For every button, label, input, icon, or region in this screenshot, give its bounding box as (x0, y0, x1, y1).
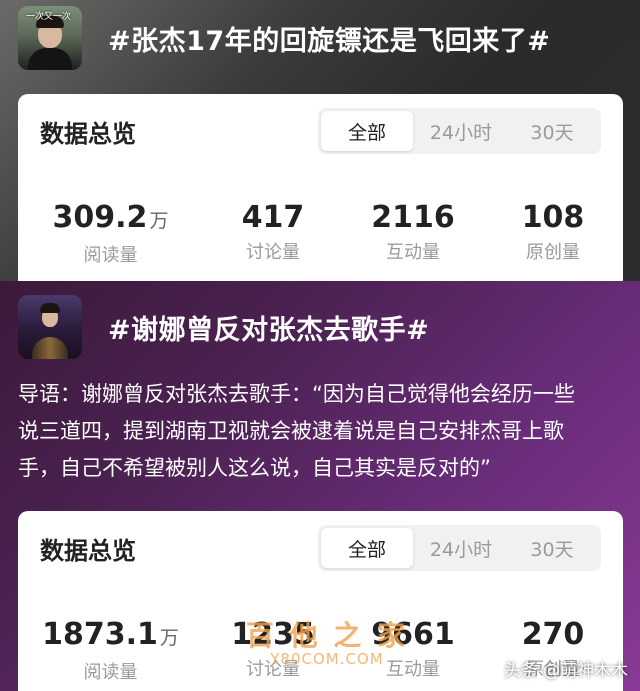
topic-header-1: 一次又一次 #张杰17年的回旋镖还是飞回来了# (18, 6, 550, 70)
stat-value: 2116 (371, 200, 455, 235)
stat-discussions: 1235 讨论量 (203, 617, 343, 684)
stat-discussions: 417 讨论量 (203, 200, 343, 267)
stat-value: 9661 (371, 617, 455, 652)
topic-title-1[interactable]: #张杰17年的回旋镖还是飞回来了# (108, 19, 550, 58)
tab-30d[interactable]: 30天 (509, 528, 595, 568)
stat-originals: 108 原创量 (483, 200, 623, 267)
tab-all[interactable]: 全部 (321, 528, 413, 568)
topic-header-2: #谢娜曾反对张杰去歌手# (18, 295, 429, 359)
stat-label: 讨论量 (246, 659, 300, 680)
stat-value: 417 (241, 200, 305, 235)
stat-reads: 1873.1 万 阅读量 (18, 617, 203, 684)
topic-panel-1: 一次又一次 #张杰17年的回旋镖还是飞回来了# 数据总览 全部 24小时 30天… (0, 0, 640, 281)
topic-intro: 导语：谢娜曾反对张杰去歌手：“因为自己觉得他会经历一些 说三道四，提到湖南卫视就… (18, 376, 628, 487)
stat-reads: 309.2 万 阅读量 (18, 200, 203, 267)
intro-line: 说三道四，提到湖南卫视就会被逮着说是自己安排杰哥上歌 (18, 419, 564, 443)
stat-label: 阅读量 (83, 662, 138, 683)
stat-value: 309.2 (52, 200, 148, 235)
stat-unit: 万 (159, 627, 179, 649)
tab-24h[interactable]: 24小时 (413, 111, 509, 151)
stat-interactions: 9661 互动量 (343, 617, 483, 684)
topic-title-2[interactable]: #谢娜曾反对张杰去歌手# (108, 308, 429, 347)
avatar-person-hair (40, 303, 60, 313)
stat-value: 108 (521, 200, 585, 235)
topic-panel-2: #谢娜曾反对张杰去歌手# 导语：谢娜曾反对张杰去歌手：“因为自己觉得他会经历一些… (0, 281, 640, 691)
stat-label: 互动量 (386, 242, 440, 263)
tab-24h[interactable]: 24小时 (413, 528, 509, 568)
stat-value: 270 (521, 617, 585, 652)
stat-value: 1873.1 (42, 617, 158, 652)
intro-line: 导语：谢娜曾反对张杰去歌手：“因为自己觉得他会经历一些 (18, 382, 575, 406)
card-title: 数据总览 (40, 120, 136, 148)
tab-30d[interactable]: 30天 (509, 111, 595, 151)
avatar-person-body (32, 337, 68, 359)
avatar-person-body (28, 48, 72, 70)
time-range-tabs: 全部 24小时 30天 (318, 108, 601, 154)
time-range-tabs: 全部 24小时 30天 (318, 525, 601, 571)
stat-value: 1235 (231, 617, 315, 652)
stats-row: 309.2 万 阅读量 417 讨论量 2116 互动量 108 原创量 (18, 200, 623, 267)
author-credit: 头条 @萌神木木 (503, 661, 628, 681)
topic-avatar-2[interactable] (18, 295, 82, 359)
stat-label: 阅读量 (83, 245, 138, 266)
topic-avatar-1[interactable]: 一次又一次 (18, 6, 82, 70)
stat-label: 原创量 (526, 242, 580, 263)
card-title: 数据总览 (40, 537, 136, 565)
tab-all[interactable]: 全部 (321, 111, 413, 151)
stat-label: 讨论量 (246, 242, 300, 263)
intro-line: 手，自己不希望被别人这么说，自己其实是反对的” (18, 456, 491, 480)
stat-label: 互动量 (386, 659, 440, 680)
avatar-caption: 一次又一次 (26, 12, 72, 22)
stat-unit: 万 (149, 210, 169, 232)
stat-interactions: 2116 互动量 (343, 200, 483, 267)
data-overview-card-1: 数据总览 全部 24小时 30天 309.2 万 阅读量 417 讨论量 2116… (18, 94, 623, 281)
